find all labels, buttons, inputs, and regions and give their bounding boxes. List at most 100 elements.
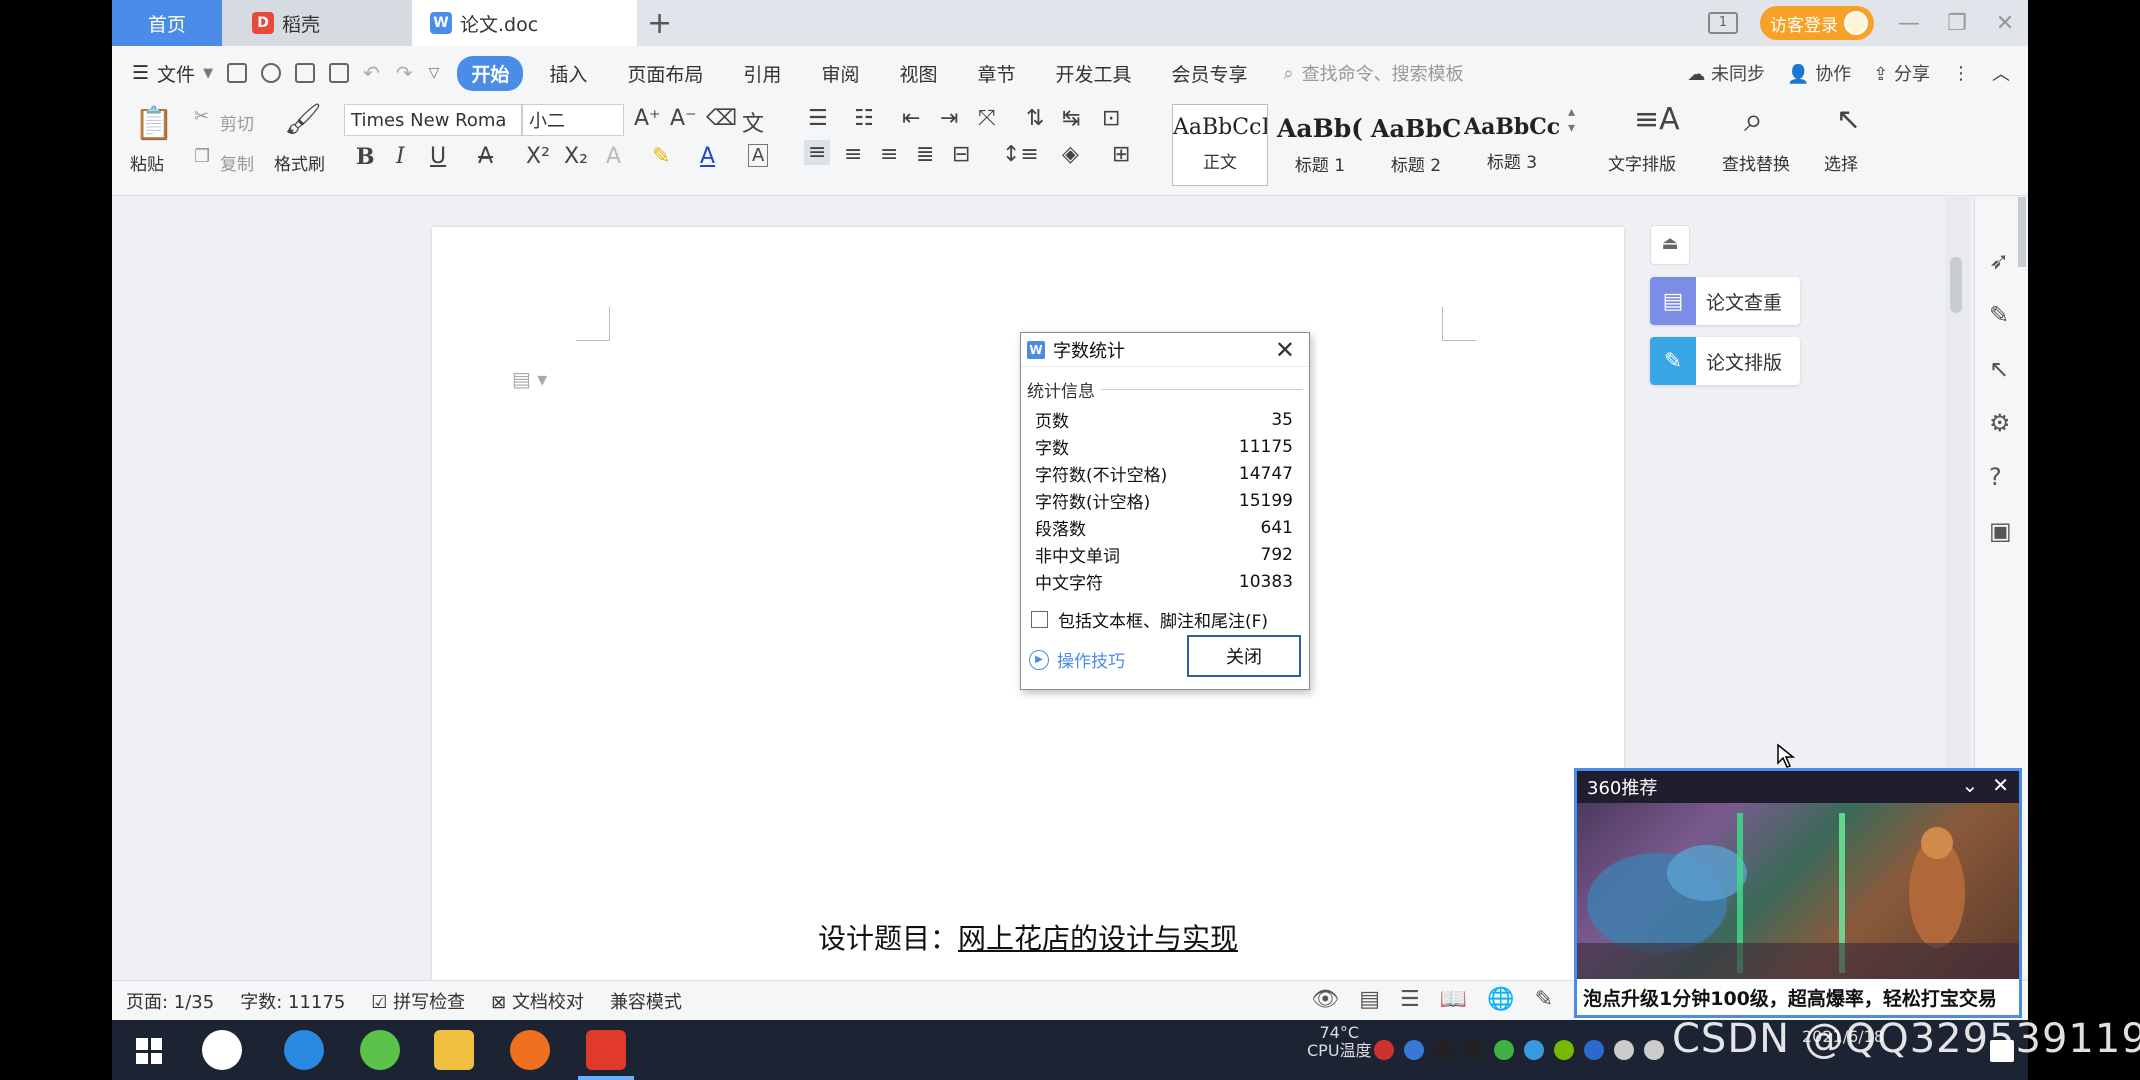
- write-mode-icon[interactable]: ✎: [1535, 987, 1553, 1012]
- text-effect-icon[interactable]: A: [606, 144, 621, 169]
- network-icon[interactable]: [1614, 1040, 1634, 1060]
- paragraph-menu-icon[interactable]: ▤ ▾: [512, 367, 547, 391]
- font-size-select[interactable]: 小二: [522, 104, 624, 136]
- text-direction-icon[interactable]: ↹: [1062, 106, 1080, 131]
- restore-icon[interactable]: ❐: [1944, 11, 1970, 36]
- superscript-icon[interactable]: X²: [526, 144, 550, 169]
- spell-check-button[interactable]: ☑ 拼写检查: [371, 988, 465, 1014]
- select-button[interactable]: 选择: [1824, 150, 1858, 175]
- rocket-icon[interactable]: ➶: [1989, 247, 2009, 275]
- font-color-icon[interactable]: A: [700, 144, 715, 169]
- text-layout-button[interactable]: 文字排版: [1608, 150, 1676, 175]
- style-heading-3[interactable]: AaBbCcl 标题 3: [1464, 104, 1560, 186]
- shading-icon[interactable]: ◈: [1062, 142, 1079, 167]
- ad-game-image[interactable]: [1577, 803, 2019, 979]
- tab-references[interactable]: 引用: [729, 56, 795, 91]
- style-heading-2[interactable]: AaBbC 标题 2: [1368, 104, 1464, 186]
- collaborate-button[interactable]: 👤 协作: [1787, 60, 1851, 86]
- align-center-icon[interactable]: ≡: [844, 142, 862, 167]
- tab-developer[interactable]: 开发工具: [1041, 56, 1145, 91]
- font-name-select[interactable]: Times New Roma: [344, 104, 522, 136]
- minimize-icon[interactable]: —: [1896, 11, 1922, 36]
- distribute-icon[interactable]: ⊟: [952, 142, 970, 167]
- ie-browser-icon[interactable]: [284, 1030, 324, 1070]
- image-settings-icon[interactable]: ▣: [1989, 517, 2012, 545]
- justify-icon[interactable]: ≣: [916, 142, 934, 167]
- wps-taskbar-icon[interactable]: [586, 1030, 626, 1070]
- increase-indent-icon[interactable]: ⇥: [940, 106, 958, 131]
- new-tab-button[interactable]: +: [647, 6, 672, 41]
- page-indicator[interactable]: 页面: 1/35: [126, 988, 214, 1014]
- tab-page-layout[interactable]: 页面布局: [613, 56, 717, 91]
- italic-icon[interactable]: I: [396, 144, 405, 169]
- chinese-layout-icon[interactable]: ⤧: [978, 106, 996, 131]
- outline-view-icon[interactable]: ☰: [1400, 987, 1420, 1012]
- tab-document[interactable]: W 论文.doc: [412, 0, 637, 46]
- paper-check-button[interactable]: ▤ 论文查重: [1650, 277, 1800, 325]
- style-heading-1[interactable]: AaBb( 标题 1: [1272, 104, 1368, 186]
- nvidia-icon[interactable]: [1554, 1040, 1574, 1060]
- proofread-button[interactable]: ⊠ 文档校对: [491, 988, 584, 1014]
- bullet-list-icon[interactable]: ☰: [808, 106, 828, 131]
- char-border-icon[interactable]: A: [748, 144, 769, 167]
- tab-start[interactable]: 开始: [457, 55, 524, 91]
- windows-start-icon[interactable]: [136, 1038, 162, 1064]
- scrollbar-thumb[interactable]: [1950, 257, 1962, 313]
- include-textbox-checkbox-row[interactable]: 包括文本框、脚注和尾注(F): [1031, 607, 1309, 632]
- undo-icon[interactable]: ↶: [363, 61, 380, 85]
- copy-button[interactable]: 复制: [220, 150, 254, 175]
- tab-view[interactable]: 视图: [885, 56, 951, 91]
- underline-icon[interactable]: U: [430, 144, 446, 169]
- tray-icon-red[interactable]: [1374, 1040, 1394, 1060]
- find-replace-button[interactable]: 查找替换: [1722, 150, 1790, 175]
- paste-button[interactable]: 粘贴: [130, 150, 164, 175]
- ad-caption[interactable]: 泡点升级1分钟100级，超高爆率，轻松打宝交易: [1577, 979, 2019, 1015]
- close-window-icon[interactable]: ✕: [1992, 11, 2018, 36]
- redo-icon[interactable]: ↷: [396, 61, 413, 85]
- file-menu[interactable]: ☰ 文件 ▼: [132, 60, 213, 87]
- include-textbox-checkbox[interactable]: [1031, 611, 1048, 628]
- qq-icon[interactable]: [1434, 1040, 1454, 1060]
- bold-icon[interactable]: B: [356, 144, 375, 170]
- shrink-font-icon[interactable]: A⁻: [670, 106, 697, 131]
- tab-insert[interactable]: 插入: [535, 56, 601, 91]
- print-preview-icon[interactable]: [329, 63, 350, 83]
- line-spacing-icon[interactable]: ↕≡: [1002, 142, 1039, 167]
- volume-icon[interactable]: [1644, 1040, 1664, 1060]
- tray-icon-green[interactable]: [1494, 1040, 1514, 1060]
- clipboard-icon[interactable]: 📋: [134, 104, 174, 142]
- align-right-icon[interactable]: ≡: [880, 142, 898, 167]
- share-button[interactable]: ⇪ 分享: [1873, 60, 1930, 86]
- side-panel-collapse-icon[interactable]: ⏏: [1650, 225, 1690, 265]
- eye-protection-icon[interactable]: 👁: [1311, 987, 1339, 1012]
- tab-member[interactable]: 会员专享: [1158, 56, 1262, 91]
- app-icon-mask[interactable]: [510, 1030, 550, 1070]
- subscript-icon[interactable]: X₂: [564, 144, 588, 169]
- phonetic-guide-icon[interactable]: 文: [742, 106, 764, 138]
- pinwheel-app-icon[interactable]: [202, 1030, 242, 1070]
- 360-browser-icon[interactable]: [360, 1030, 400, 1070]
- more-icon[interactable]: ⋮: [1952, 63, 1970, 84]
- strikethrough-icon[interactable]: A: [478, 144, 493, 169]
- guest-login-button[interactable]: 访客登录: [1760, 6, 1874, 40]
- word-count-indicator[interactable]: 字数: 11175: [240, 988, 345, 1014]
- sort-icon[interactable]: ⇅: [1026, 106, 1044, 131]
- borders-icon[interactable]: ⊞: [1112, 142, 1130, 167]
- cut-button[interactable]: 剪切: [220, 110, 254, 135]
- tab-review[interactable]: 审阅: [807, 56, 873, 91]
- bluetooth-icon[interactable]: [1584, 1040, 1604, 1060]
- customize-quick-access-icon[interactable]: ▽: [429, 65, 440, 81]
- export-icon[interactable]: [261, 63, 282, 83]
- qq-icon[interactable]: [1464, 1040, 1484, 1060]
- pen-icon[interactable]: ✎: [1989, 301, 2009, 329]
- format-painter-button[interactable]: 格式刷: [274, 150, 325, 175]
- tips-link[interactable]: ▶ 操作技巧: [1029, 647, 1125, 672]
- styles-scroll-icon[interactable]: ▴ ▾: [1568, 104, 1575, 136]
- shield-icon[interactable]: [1404, 1040, 1424, 1060]
- grow-font-icon[interactable]: A⁺: [634, 106, 661, 131]
- save-icon[interactable]: [227, 63, 248, 83]
- sliders-icon[interactable]: ⚙: [1989, 409, 2011, 437]
- pointer-icon[interactable]: ↖: [1989, 355, 2009, 383]
- read-view-icon[interactable]: 📖: [1440, 987, 1467, 1012]
- screen-mode-icon[interactable]: 1: [1708, 12, 1738, 34]
